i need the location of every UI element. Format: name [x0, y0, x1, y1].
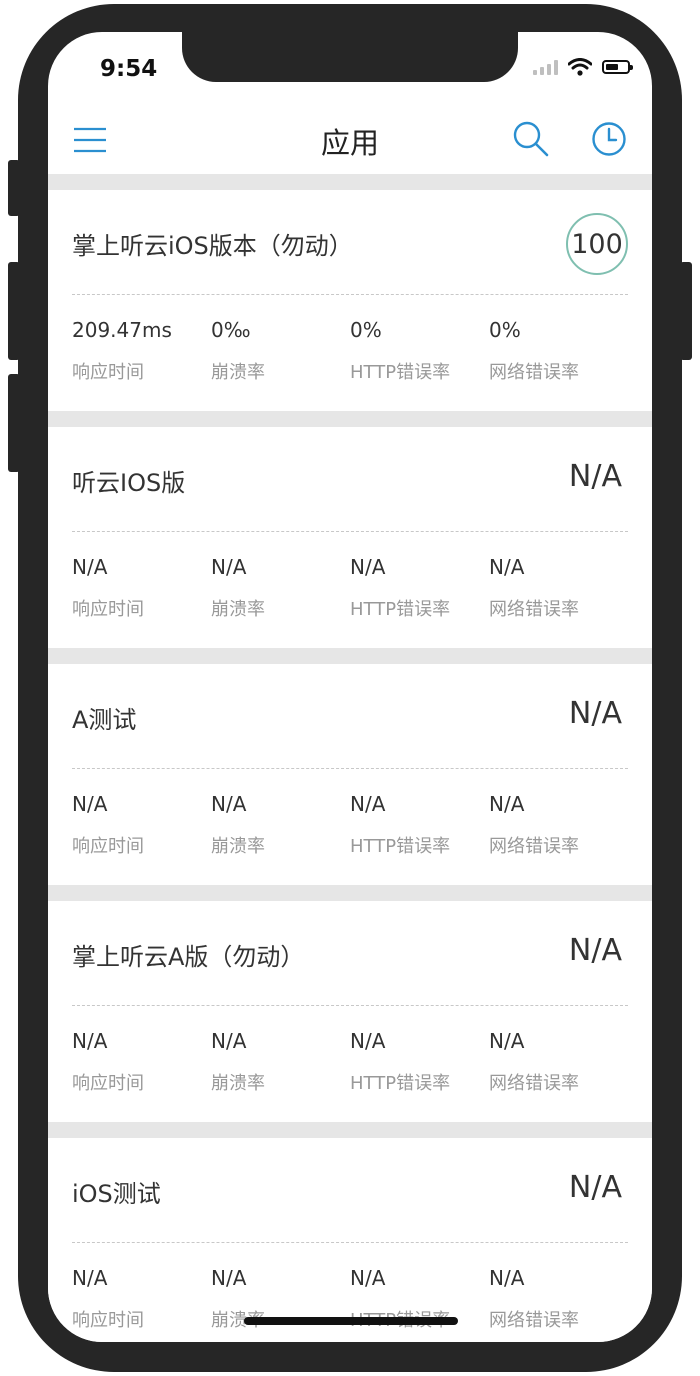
app-name: 听云IOS版	[72, 469, 186, 497]
metric: N/A 响应时间	[72, 792, 212, 858]
metric: N/A 网络错误率	[489, 555, 629, 621]
metric-label: HTTP错误率	[350, 836, 451, 857]
navbar: 应用	[48, 104, 652, 174]
app-score: N/A	[568, 933, 622, 968]
app-card[interactable]: iOS测试N/AN/A响应时间N/A崩溃率N/AHTTP错误率N/A网络错误率	[48, 1138, 652, 1342]
app-score: 100	[566, 213, 628, 275]
metric-label: 响应时间	[72, 1073, 144, 1094]
notch	[182, 32, 518, 82]
metric-label: 崩溃率	[211, 599, 265, 620]
app-name: 掌上听云iOS版本（勿动）	[72, 232, 353, 260]
metric-value: N/A	[489, 1266, 525, 1290]
app-list: 掌上听云iOS版本（勿动） 100 209.47ms 响应时间 0‰ 崩溃率 0% HTTP错…	[48, 174, 652, 1342]
volume-up-button	[8, 262, 20, 360]
wifi-icon	[568, 58, 592, 76]
home-indicator[interactable]	[244, 1317, 458, 1325]
metric-label: 崩溃率	[211, 1073, 265, 1094]
metric-value: N/A	[72, 1266, 108, 1290]
app-name: A测试	[72, 706, 137, 734]
metric-label: 网络错误率	[489, 599, 579, 620]
metric-value: N/A	[72, 555, 108, 579]
app-name: iOS测试	[72, 1180, 161, 1208]
metric-label: 响应时间	[72, 362, 144, 383]
section-separator	[48, 1122, 652, 1138]
metric-value: N/A	[211, 555, 247, 579]
metric: N/A 网络错误率	[489, 1029, 629, 1095]
metric-label: 响应时间	[72, 836, 144, 857]
metric: N/A 崩溃率	[211, 792, 351, 858]
metric-value: 0‰	[211, 318, 251, 342]
metric-label: 响应时间	[72, 1310, 144, 1331]
metric: N/A HTTP错误率	[350, 555, 490, 621]
app-card[interactable]: 掌上听云iOS版本（勿动） 100 209.47ms 响应时间 0‰ 崩溃率 0% HTTP错…	[48, 190, 652, 411]
dashed-divider	[72, 1005, 628, 1006]
metric-value: N/A	[211, 1029, 247, 1053]
app-name: 掌上听云A版（勿动）	[72, 943, 305, 971]
mute-switch	[8, 160, 20, 216]
metric-label: 网络错误率	[489, 1073, 579, 1094]
app-card[interactable]: A测试 N/A N/A 响应时间 N/A 崩溃率 N/A HTTP错误率 N/A 网络错误率	[48, 664, 652, 885]
metric: N/A 网络错误率	[489, 1266, 629, 1332]
metric-value: N/A	[72, 792, 108, 816]
metric-value: N/A	[489, 1029, 525, 1053]
dashed-divider	[72, 531, 628, 532]
app-card[interactable]: 掌上听云A版（勿动） N/A N/A 响应时间 N/A 崩溃率 N/A HTTP错误率 N/A 网…	[48, 901, 652, 1122]
metric-value: 209.47ms	[72, 318, 172, 342]
metric: N/A HTTP错误率	[350, 792, 490, 858]
metric: N/A 崩溃率	[211, 1029, 351, 1095]
search-icon[interactable]	[512, 120, 550, 158]
metric-value: 0%	[489, 318, 521, 342]
metric-value: N/A	[211, 792, 247, 816]
dashed-divider	[72, 1242, 628, 1243]
metric: N/A HTTP错误率	[350, 1029, 490, 1095]
volume-down-button	[8, 374, 20, 472]
metric-value: N/A	[350, 1266, 386, 1290]
metric-value: N/A	[489, 792, 525, 816]
metric: 0‰ 崩溃率	[211, 318, 351, 384]
app-score: N/A	[568, 459, 622, 494]
dashed-divider	[72, 768, 628, 769]
metric-label: 网络错误率	[489, 362, 579, 383]
metric-value: N/A	[350, 555, 386, 579]
metric: N/A 响应时间	[72, 1029, 212, 1095]
metric-label: HTTP错误率	[350, 1073, 451, 1094]
metric-value: 0%	[350, 318, 382, 342]
section-separator	[48, 174, 652, 190]
metric-value: N/A	[72, 1029, 108, 1053]
section-separator	[48, 648, 652, 664]
signal-icon	[533, 59, 558, 75]
metric-label: 网络错误率	[489, 836, 579, 857]
metric: N/A 响应时间	[72, 1266, 212, 1332]
status-time: 9:54	[100, 56, 158, 82]
status-icons	[533, 58, 633, 76]
screen: 9:54 应用 掌上听云iOS版本（勿动） 100 209.47ms 响应时间 0‰ 崩溃…	[48, 32, 652, 1342]
metric-label: 网络错误率	[489, 1310, 579, 1331]
metric: 0% 网络错误率	[489, 318, 629, 384]
page-title: 应用	[320, 126, 379, 160]
metric-label: 崩溃率	[211, 836, 265, 857]
app-score: N/A	[568, 696, 622, 731]
metric-value: N/A	[350, 1029, 386, 1053]
app-card[interactable]: 听云IOS版 N/A N/A 响应时间 N/A 崩溃率 N/A HTTP错误率 N/A 网络错误率	[48, 427, 652, 648]
section-separator	[48, 411, 652, 427]
power-button	[680, 262, 692, 360]
app-score: N/A	[568, 1170, 622, 1205]
metric-value: N/A	[489, 555, 525, 579]
metric-label: HTTP错误率	[350, 362, 451, 383]
metric: N/A 网络错误率	[489, 792, 629, 858]
battery-icon	[602, 60, 633, 74]
section-separator	[48, 885, 652, 901]
dashed-divider	[72, 294, 628, 295]
metric: 209.47ms 响应时间	[72, 318, 212, 384]
metric: N/A 响应时间	[72, 555, 212, 621]
metric-label: HTTP错误率	[350, 599, 451, 620]
metric-label: 响应时间	[72, 599, 144, 620]
metric-value: N/A	[211, 1266, 247, 1290]
metric-value: N/A	[350, 792, 386, 816]
metric: N/A 崩溃率	[211, 555, 351, 621]
metric: 0% HTTP错误率	[350, 318, 490, 384]
clock-icon[interactable]	[590, 120, 628, 158]
metric-label: 崩溃率	[211, 362, 265, 383]
